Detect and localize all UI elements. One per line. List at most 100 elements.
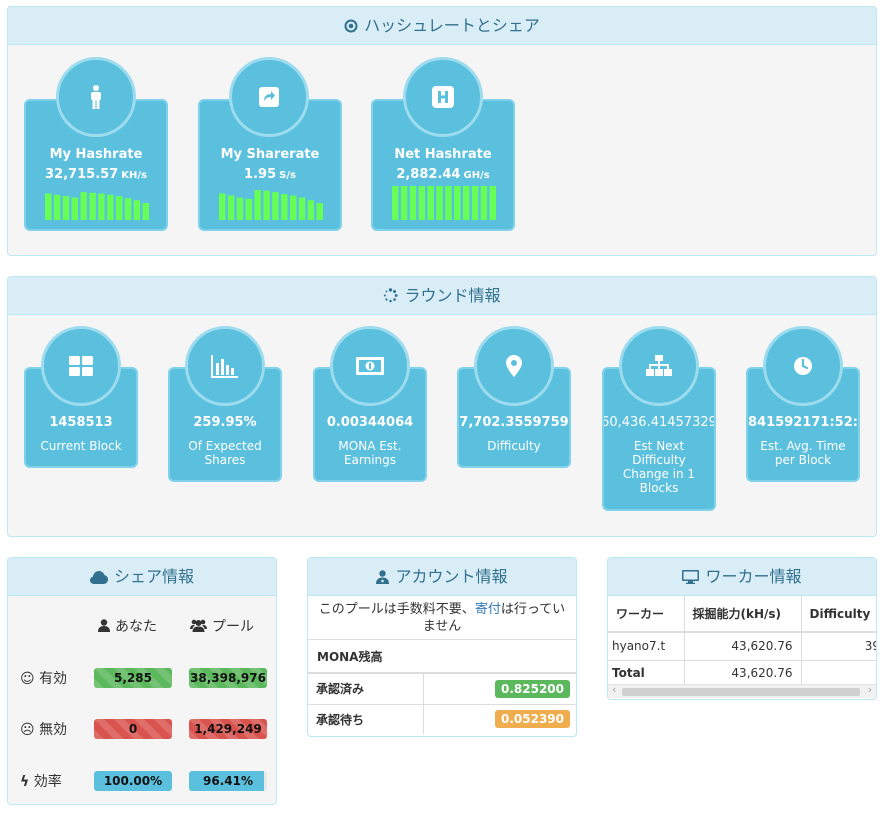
- current-block-label: Current Block: [40, 439, 122, 453]
- share-invalid-pool-bar: 1,429,249: [189, 719, 267, 739]
- worker-table-wrap[interactable]: ワーカー 採掘能力(kH/s) Difficulty hyano7.t 43,6…: [608, 596, 876, 684]
- expected-shares-value: 259.95%: [193, 415, 257, 430]
- fee-notice: このプールは手数料不要、寄付は行っていません: [308, 596, 576, 640]
- sitemap-icon: [646, 355, 672, 376]
- worker-panel: ワーカー情報 ワーカー 採掘能力(kH/s) Difficulty hyano7…: [607, 557, 877, 700]
- unconfirmed-label: 承認待ち: [308, 704, 424, 734]
- scroll-left-icon[interactable]: ‹: [612, 683, 616, 696]
- unconfirmed-value: 0.052390: [494, 710, 570, 729]
- difficulty-label: Difficulty: [487, 439, 541, 453]
- worker-hashrate: 43,620.76: [684, 632, 802, 660]
- share-col-pool-label: プール: [212, 619, 254, 635]
- spark-bar: [62, 196, 70, 220]
- my-sharerate-unit: S/s: [279, 170, 296, 181]
- balance-title: MONA残高: [308, 640, 576, 674]
- spark-bar: [418, 186, 426, 220]
- my-sharerate-sparkline: [219, 190, 323, 220]
- spinner-icon: [384, 288, 399, 303]
- money-icon-circle: [330, 326, 410, 406]
- hashrate-panel-title: ハッシュレートとシェア: [364, 16, 540, 35]
- my-hashrate-value: 32,715.57: [45, 167, 119, 182]
- dot-circle-icon: [344, 19, 358, 33]
- expected-shares-label: Of Expected Shares: [188, 439, 262, 467]
- spark-bar: [45, 193, 52, 220]
- share-efficiency-pool-value: 96.41%: [203, 774, 253, 788]
- share-row-invalid-label: 無効: [39, 722, 68, 738]
- clock-icon-circle: [763, 326, 843, 406]
- share-efficiency-pool-track: 96.41%: [189, 771, 267, 791]
- bar-chart-icon: [211, 355, 238, 378]
- user-md-icon: [376, 570, 390, 584]
- clock-icon: [794, 357, 812, 375]
- round-panel: ラウンド情報 1458513 Current Block 259.95% Of …: [7, 276, 877, 537]
- donation-link[interactable]: 寄付: [475, 602, 501, 617]
- my-hashrate-sparkline: [45, 192, 149, 220]
- net-hashrate-unit: GH/s: [463, 170, 490, 181]
- share-col-you: あなた: [98, 616, 157, 636]
- share-valid-you-bar: 5,285: [94, 668, 172, 688]
- spark-bar: [254, 190, 261, 220]
- my-sharerate-label: My Sharerate: [220, 147, 320, 162]
- h-square-icon-circle: [403, 57, 483, 137]
- confirmed-value: 0.825200: [494, 679, 570, 698]
- share-col-pool: プール: [190, 616, 254, 636]
- spark-bar: [89, 192, 96, 220]
- share-col-you-label: あなた: [115, 619, 157, 635]
- worker-header-name: ワーカー: [608, 596, 685, 632]
- spark-bar: [98, 193, 105, 220]
- map-marker-icon: [506, 355, 522, 377]
- account-panel-title: アカウント情報: [395, 567, 508, 586]
- scrollbar-thumb[interactable]: [622, 688, 860, 696]
- net-hashrate-value: 2,882.44: [396, 167, 461, 182]
- worker-table: ワーカー 採掘能力(kH/s) Difficulty hyano7.t 43,6…: [608, 596, 876, 684]
- account-panel-header: アカウント情報: [308, 558, 576, 596]
- net-hashrate-label: Net Hashrate: [394, 147, 492, 162]
- est-earnings-label: MONA Est. Earnings: [338, 439, 402, 467]
- worker-total-label: Total: [608, 660, 685, 684]
- money-icon: [356, 357, 384, 375]
- round-panel-title: ラウンド情報: [404, 286, 501, 305]
- hashrate-panel-header: ハッシュレートとシェア: [8, 7, 876, 45]
- worker-header-difficulty: Difficulty: [809, 606, 871, 621]
- net-hashrate-sparkline: [392, 186, 496, 220]
- spark-bar: [427, 186, 434, 220]
- spark-bar: [281, 194, 288, 220]
- h-square-icon: [432, 86, 454, 108]
- spark-bar: [227, 195, 235, 220]
- worker-panel-title: ワーカー情報: [705, 567, 802, 586]
- worker-horizontal-scrollbar[interactable]: ‹ ›: [608, 683, 876, 698]
- avg-time-value: 68841592171:52:30: [748, 415, 858, 430]
- spark-bar: [471, 186, 479, 220]
- spark-bar: [107, 194, 114, 220]
- spark-bar: [409, 186, 417, 220]
- map-marker-icon-circle: [474, 326, 554, 406]
- frown-icon: ☹: [20, 722, 35, 738]
- share-panel: シェア情報 あなた プール ☺ 有効 5,285 38,398,976 ☹ 無効…: [7, 557, 277, 805]
- confirmed-row: 承認済み 0.825200: [308, 674, 576, 704]
- balance-table: 承認済み 0.825200 承認待ち 0.052390: [308, 674, 576, 734]
- spark-bar: [307, 200, 315, 220]
- desktop-icon: [682, 570, 700, 584]
- user-icon: [98, 619, 110, 632]
- my-sharerate-value: 1.95: [244, 167, 277, 182]
- spark-bar: [316, 203, 323, 220]
- share-efficiency-you-bar: 100.00%: [94, 771, 172, 791]
- spark-bar: [124, 198, 132, 220]
- share-valid-pool-bar: 38,398,976: [189, 668, 267, 688]
- spark-bar: [219, 193, 226, 220]
- share-icon-circle: [229, 57, 309, 137]
- spark-bar: [115, 196, 123, 220]
- bar-chart-icon-circle: [185, 326, 265, 406]
- share-row-invalid: ☹ 無効 0 1,429,249: [8, 717, 276, 741]
- est-earnings-value: 0.00344064: [326, 415, 414, 430]
- spark-bar: [489, 186, 496, 220]
- scroll-right-icon[interactable]: ›: [868, 683, 872, 696]
- next-difficulty-label: Est Next Difficulty Change in 1 Blocks: [622, 439, 696, 495]
- th-large-icon-circle: [41, 326, 121, 406]
- share-row-valid-label: 有効: [39, 671, 68, 687]
- spark-bar: [53, 194, 61, 220]
- spark-bar: [71, 197, 79, 220]
- share-row-efficiency-label: 効率: [33, 774, 62, 790]
- share-panel-title: シェア情報: [113, 567, 194, 586]
- confirmed-label: 承認済み: [308, 674, 424, 704]
